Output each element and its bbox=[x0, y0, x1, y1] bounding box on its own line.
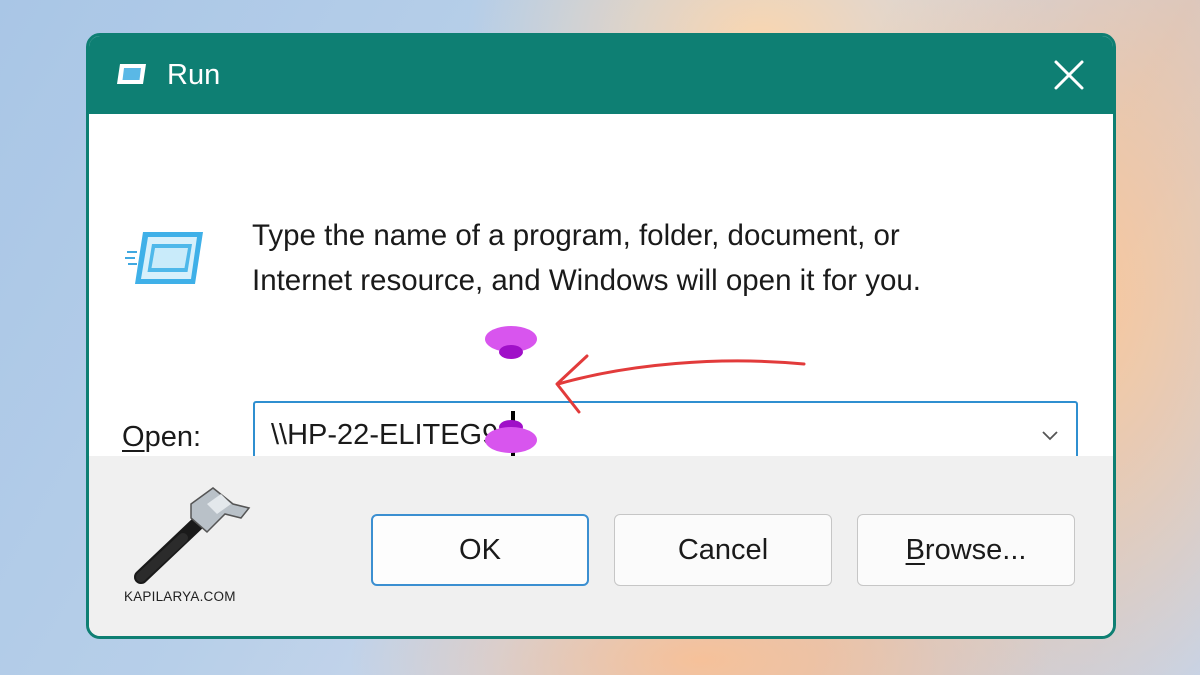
description-line-1: Type the name of a program, folder, docu… bbox=[252, 219, 900, 252]
open-label-rest: pen: bbox=[144, 421, 202, 453]
close-button[interactable] bbox=[1047, 53, 1091, 97]
open-label: Open: bbox=[122, 419, 201, 455]
open-input[interactable]: \\HP-22-ELITEG9 bbox=[271, 417, 498, 453]
cancel-button[interactable]: Cancel bbox=[614, 514, 832, 586]
button-bar: KAPILARYA.COM OK Cancel Browse... bbox=[89, 456, 1113, 636]
run-program-icon bbox=[125, 226, 209, 292]
window-title: Run bbox=[167, 59, 221, 91]
watermark-text: KAPILARYA.COM bbox=[124, 589, 236, 604]
watermark-logo: KAPILARYA.COM bbox=[121, 482, 261, 612]
browse-accel: B bbox=[905, 534, 925, 566]
close-icon bbox=[1054, 60, 1084, 90]
desktop-background: Run Type the name of a program, folder, … bbox=[0, 0, 1200, 675]
open-label-accel: O bbox=[122, 421, 145, 453]
description-text: Type the name of a program, folder, docu… bbox=[252, 213, 1052, 303]
chevron-down-icon bbox=[1042, 431, 1058, 441]
ok-button[interactable]: OK bbox=[371, 514, 589, 586]
dropdown-button[interactable] bbox=[1038, 423, 1062, 447]
browse-button[interactable]: Browse... bbox=[857, 514, 1075, 586]
hammer-icon bbox=[134, 487, 251, 584]
browse-rest: rowse... bbox=[924, 534, 1027, 566]
description-line-2: Internet resource, and Windows will open… bbox=[252, 264, 921, 297]
dialog-body: Type the name of a program, folder, docu… bbox=[89, 114, 1113, 467]
title-bar: Run bbox=[89, 36, 1113, 114]
run-dialog: Run Type the name of a program, folder, … bbox=[86, 33, 1116, 639]
selection-handle-bottom[interactable] bbox=[484, 420, 538, 454]
run-icon bbox=[115, 61, 149, 87]
selection-handle-top[interactable] bbox=[484, 325, 538, 359]
